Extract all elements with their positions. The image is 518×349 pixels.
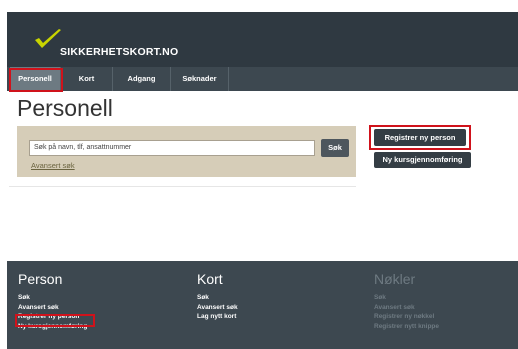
footer-link-kort-lag[interactable]: Lag nytt kort xyxy=(197,312,238,322)
footer-link-person-avansert[interactable]: Avansert søk xyxy=(18,303,87,313)
footer-link-person-kurs[interactable]: Ny kursgjennomføring xyxy=(18,322,87,332)
footer-link-person-registrer[interactable]: Registrer ny person xyxy=(18,312,87,322)
search-panel: Søk på navn, tlf, ansattnummer Søk Avans… xyxy=(17,126,356,177)
tab-adgang[interactable]: Adgang xyxy=(113,67,171,91)
course-button[interactable]: Ny kursgjennomføring xyxy=(374,152,471,168)
search-input[interactable]: Søk på navn, tlf, ansattnummer xyxy=(29,140,315,156)
footer-link-person-sok[interactable]: Søk xyxy=(18,293,87,303)
tab-kort[interactable]: Kort xyxy=(61,67,113,91)
footer-col-nokler: Nøkler Søk Avansert søk Registrer ny nøk… xyxy=(374,271,439,331)
footer-link-nokler-knippe: Registrer nytt knippe xyxy=(374,322,440,330)
page-title: Personell xyxy=(17,95,113,121)
footer-col-person: Person Søk Avansert søk Registrer ny per… xyxy=(18,271,87,331)
tab-personell[interactable]: Personell xyxy=(10,67,61,91)
brand-name: SIKKERHETSKORT.NO xyxy=(60,46,179,58)
advanced-search-link[interactable]: Avansert søk xyxy=(31,161,75,170)
content-divider xyxy=(9,186,356,187)
footer-link-nokler-avansert: Avansert søk xyxy=(374,303,415,311)
search-button[interactable]: Søk xyxy=(321,139,349,157)
footer-link-kort-avansert[interactable]: Avansert søk xyxy=(197,303,238,313)
footer-link-nokler-sok: Søk xyxy=(374,294,386,301)
site-header: SIKKERHETSKORT.NO xyxy=(7,12,518,67)
footer-heading-kort: Kort xyxy=(197,271,223,287)
main-nav: Personell Kort Adgang Søknader xyxy=(7,67,518,91)
top-margin xyxy=(0,0,518,12)
footer-col-kort: Kort Søk Avansert søk Lag nytt kort xyxy=(197,271,238,322)
checkmark-logo-icon xyxy=(35,29,61,48)
register-person-button[interactable]: Registrer ny person xyxy=(374,129,466,146)
footer-link-kort-sok[interactable]: Søk xyxy=(197,293,238,303)
tab-soknader[interactable]: Søknader xyxy=(171,67,229,91)
footer-heading-nokler: Nøkler xyxy=(374,271,416,287)
footer-heading-person: Person xyxy=(18,271,63,287)
site-footer: Person Søk Avansert søk Registrer ny per… xyxy=(7,261,518,349)
footer-link-nokler-registrer: Registrer ny nøkkel xyxy=(374,313,435,320)
